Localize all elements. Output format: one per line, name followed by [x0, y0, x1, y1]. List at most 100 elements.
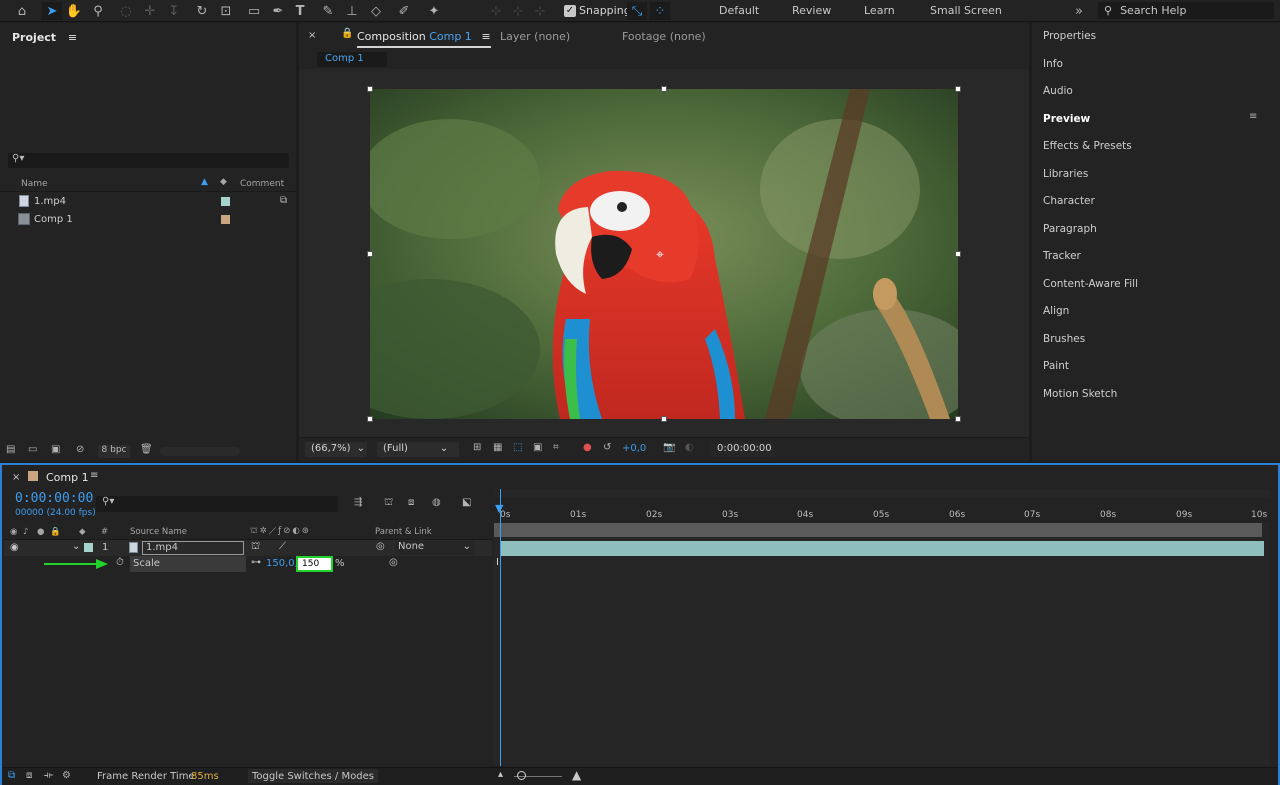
panel-motion-sketch[interactable]: Motion Sketch	[1043, 388, 1117, 400]
render-time-toggle-icon[interactable]: ⚙	[62, 770, 71, 781]
panel-tracker[interactable]: Tracker	[1043, 250, 1081, 262]
timeline-search-input[interactable]: ⚲▾	[96, 496, 338, 512]
workspace-small-screen[interactable]: Small Screen	[930, 4, 1002, 17]
rotation-tool-icon[interactable]: ↻	[192, 2, 212, 20]
panel-menu-icon[interactable]: ≡	[68, 31, 77, 44]
panel-audio[interactable]: Audio	[1043, 85, 1073, 97]
new-composition-icon[interactable]: ▣	[51, 444, 60, 455]
shy-layers-icon[interactable]: ⧈	[408, 497, 414, 508]
layer-name-field[interactable]: 1.mp4	[142, 541, 244, 555]
panel-libraries[interactable]: Libraries	[1043, 168, 1088, 180]
comp-navigator-tab[interactable]: Comp 1	[317, 52, 387, 67]
label-tag-icon[interactable]: ◆	[220, 177, 227, 187]
axis-world-icon[interactable]: ⊹	[508, 2, 528, 20]
puppet-pin-tool-icon[interactable]: ✦	[424, 2, 444, 20]
adjust-icon[interactable]: ⊘	[76, 444, 84, 455]
lock-icon[interactable]: 🔒	[341, 28, 353, 39]
panel-paragraph[interactable]: Paragraph	[1043, 223, 1097, 235]
thumbnail-slider[interactable]	[160, 447, 240, 456]
parent-link-column[interactable]: Parent & Link	[375, 527, 432, 537]
zoom-tool-icon[interactable]: ⚲	[88, 2, 108, 20]
panel-content-aware-fill[interactable]: Content-Aware Fill	[1043, 278, 1138, 290]
scale-x-value[interactable]: 150,0,	[266, 558, 298, 569]
roto-brush-tool-icon[interactable]: ✐	[394, 2, 414, 20]
snapping-toggle[interactable]: ✓ Snapping	[564, 4, 631, 17]
constrain-proportions-link-icon[interactable]: ⊶	[251, 557, 261, 568]
modes-toggle-icon[interactable]: ⧈	[26, 770, 32, 781]
panel-align[interactable]: Align	[1043, 305, 1069, 317]
transform-handle[interactable]	[955, 251, 961, 257]
transform-handle[interactable]	[367, 251, 373, 257]
more-workspaces-icon[interactable]: »	[1069, 2, 1089, 20]
viewer-timecode[interactable]: 0:00:00:00	[711, 442, 775, 457]
workspace-default[interactable]: Default	[719, 4, 759, 17]
parent-dropdown[interactable]: None ⌄	[395, 541, 475, 555]
layer-row-1[interactable]: ◉ ⌄ 1 1.mp4 ⛫ ⟋ ◎ None ⌄	[4, 540, 492, 556]
flowchart-icon[interactable]: ⧉	[280, 195, 287, 206]
pen-tool-icon[interactable]: ✒	[268, 2, 288, 20]
timeline-tab-name[interactable]: Comp 1	[46, 471, 89, 484]
pan-behind-tool-icon[interactable]: ⊡	[216, 2, 236, 20]
transform-handle[interactable]	[955, 86, 961, 92]
region-of-interest-icon[interactable]: ▣	[533, 442, 542, 453]
panel-preview[interactable]: Preview	[1043, 113, 1090, 125]
layer-label-swatch[interactable]	[84, 543, 93, 552]
tab-menu-icon[interactable]: ≡	[90, 470, 98, 481]
color-channels-icon[interactable]: ●	[583, 442, 592, 453]
scale-property-row[interactable]: ⏱ Scale ⊶ 150,0, 150 % ◎	[4, 556, 492, 572]
zoom-out-icon[interactable]: ▴	[498, 769, 503, 780]
interpret-footage-icon[interactable]: ▤	[6, 444, 15, 455]
pick-whip-icon[interactable]: ◎	[389, 557, 398, 568]
label-color-swatch[interactable]	[221, 215, 230, 224]
selection-tool-icon[interactable]: ➤	[42, 2, 62, 20]
layer-tab[interactable]: Layer (none)	[500, 30, 570, 43]
dolly-camera-icon[interactable]: ↧	[164, 2, 184, 20]
snap-features-icon[interactable]: ⁘	[650, 2, 670, 20]
composition-tab[interactable]: Composition Comp 1 ≡	[357, 30, 491, 48]
quality-switch-icon[interactable]: ⟋	[279, 541, 286, 552]
hand-tool-icon[interactable]: ✋	[64, 2, 84, 20]
project-item-comp1[interactable]: Comp 1	[0, 211, 280, 228]
axis-local-icon[interactable]: ⊹	[486, 2, 506, 20]
visibility-eye-icon[interactable]: ◉	[10, 542, 19, 553]
orbit-camera-icon[interactable]: ◌	[116, 2, 136, 20]
panel-brushes[interactable]: Brushes	[1043, 333, 1085, 345]
reset-exposure-icon[interactable]: ↺	[603, 442, 611, 453]
layer-switches-toggle-icon[interactable]: ⧉	[8, 770, 15, 781]
new-folder-icon[interactable]: ▭	[28, 444, 37, 455]
panel-menu-icon[interactable]: ≡	[1249, 111, 1257, 122]
eraser-tool-icon[interactable]: ◇	[366, 2, 386, 20]
zoom-in-icon[interactable]: ▲	[572, 768, 581, 782]
expand-chevron-icon[interactable]: ⌄	[72, 541, 80, 552]
transform-handle[interactable]	[367, 416, 373, 422]
transform-handle[interactable]	[955, 416, 961, 422]
rectangle-tool-icon[interactable]: ▭	[244, 2, 264, 20]
bit-depth-button[interactable]: 8 bpc	[98, 445, 130, 458]
panel-properties[interactable]: Properties	[1043, 30, 1096, 42]
clone-stamp-tool-icon[interactable]: ⊥	[342, 2, 362, 20]
snapshot-camera-icon[interactable]: 📷	[663, 442, 675, 453]
comment-column-header[interactable]: Comment	[240, 179, 284, 189]
timeline-track-area[interactable]: 0s 01s 02s 03s 04s 05s 06s 07s 08s 09s 1…	[494, 489, 1270, 766]
panel-paint[interactable]: Paint	[1043, 360, 1069, 372]
panel-effects-presets[interactable]: Effects & Presets	[1043, 140, 1132, 152]
home-icon[interactable]: ⌂	[12, 2, 32, 20]
pick-whip-icon[interactable]: ◎	[376, 541, 385, 552]
project-search-input[interactable]: ⚲▾	[8, 153, 289, 168]
sort-ascending-icon[interactable]: ▲	[201, 177, 208, 187]
footage-tab[interactable]: Footage (none)	[622, 30, 706, 43]
mask-visibility-icon[interactable]: ⬚	[513, 442, 522, 453]
zoom-slider-thumb[interactable]	[517, 771, 526, 780]
layer-duration-bar[interactable]	[500, 541, 1264, 556]
close-tab-icon[interactable]: ×	[308, 30, 316, 41]
delete-trash-icon[interactable]: 🗑	[140, 444, 153, 455]
composition-stage[interactable]: ⌖	[299, 69, 1029, 437]
resolution-dropdown[interactable]: (Full) ⌄	[377, 442, 459, 457]
composition-duration-bar[interactable]	[494, 523, 1262, 537]
type-tool-icon[interactable]: T	[290, 2, 310, 20]
in-out-toggle-icon[interactable]: ⟛	[44, 770, 53, 781]
graph-editor-icon[interactable]: ⬕	[462, 497, 471, 508]
project-panel-header[interactable]: Project ≡	[12, 31, 77, 44]
composition-mini-flowchart-icon[interactable]: ⇶	[354, 497, 362, 508]
brush-tool-icon[interactable]: ✎	[318, 2, 338, 20]
